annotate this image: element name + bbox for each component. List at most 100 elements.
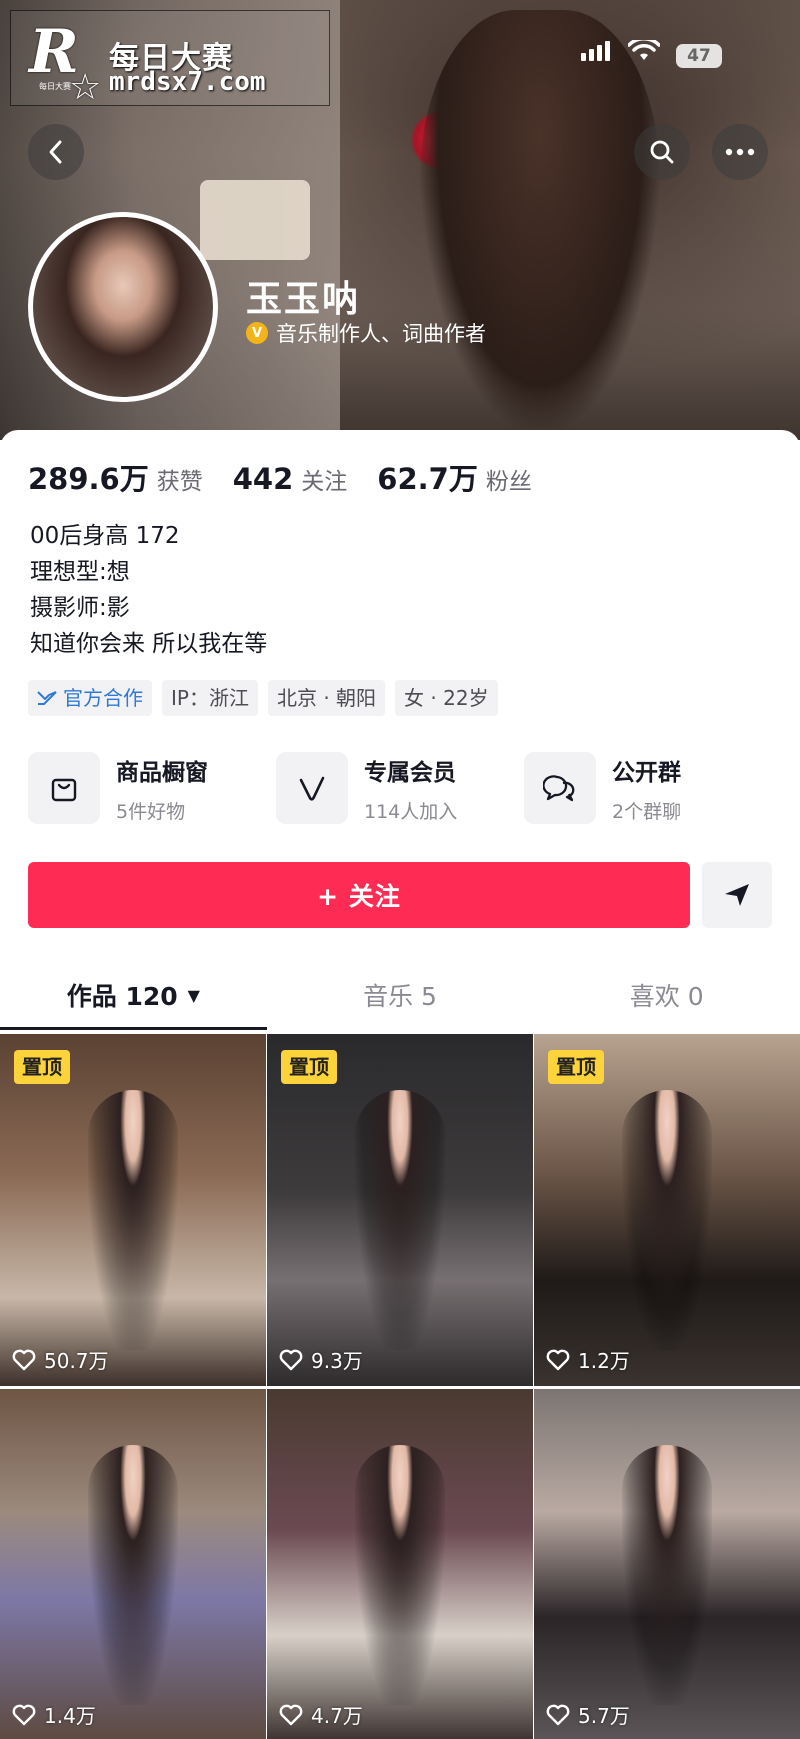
watermark-small-text: 每日大赛	[39, 82, 71, 91]
stat-followers[interactable]: 62.7万 粉丝	[377, 456, 532, 498]
stat-likes[interactable]: 289.6万 获赞	[28, 456, 203, 498]
v-member-icon	[276, 752, 348, 824]
heart-icon	[546, 1704, 570, 1725]
video-thumbnail[interactable]: 置顶 1.2万	[534, 1034, 800, 1386]
tag-gender-age: 女 · 22岁	[395, 680, 498, 716]
bio-line: 知道你会来 所以我在等	[30, 631, 268, 657]
pinned-badge: 置顶	[14, 1050, 70, 1084]
tab-works[interactable]: 作品 120 ▼	[0, 960, 267, 1030]
cover-person	[420, 10, 660, 430]
pinned-badge: 置顶	[281, 1050, 337, 1084]
service-title: 专属会员	[364, 759, 456, 786]
tab-works-label: 作品 120	[66, 982, 178, 1011]
watermark-url: mrdsx7.com	[109, 67, 266, 97]
heart-icon	[546, 1349, 570, 1370]
pinned-badge: 置顶	[548, 1050, 604, 1084]
back-button[interactable]	[28, 124, 84, 180]
video-thumbnail[interactable]: 5.7万	[534, 1389, 800, 1739]
tag-official-label: 官方合作	[63, 686, 143, 710]
stat-following[interactable]: 442 关注	[233, 462, 348, 496]
watermark: R ☆ 每日大赛 每日大赛 mrdsx7.com	[10, 10, 330, 108]
tab-music-label: 音乐 5	[363, 982, 437, 1011]
follow-button[interactable]: + 关注	[28, 862, 690, 928]
video-likes: 1.2万	[546, 1345, 630, 1374]
share-button[interactable]	[702, 862, 772, 928]
handshake-icon	[37, 691, 57, 705]
video-person	[88, 1445, 178, 1706]
bio-line: 摄影师:影	[30, 595, 130, 621]
content-tabs: 作品 120 ▼ 音乐 5 喜欢 0	[0, 960, 800, 1030]
video-likes: 4.7万	[279, 1700, 363, 1729]
more-button[interactable]	[712, 124, 768, 180]
bio-line: 00后身高 172	[30, 523, 180, 549]
profile-tags: 官方合作 IP：浙江 北京 · 朝阳 女 · 22岁	[28, 680, 498, 716]
service-subtitle: 5件好物	[116, 800, 186, 823]
video-likes: 1.4万	[12, 1700, 96, 1729]
video-likes: 5.7万	[546, 1700, 630, 1729]
tab-likes-label: 喜欢 0	[629, 982, 704, 1011]
tag-official-cooperation[interactable]: 官方合作	[28, 680, 152, 716]
profile-stats: 289.6万 获赞 442 关注 62.7万 粉丝	[28, 456, 562, 498]
video-likes-count: 1.2万	[578, 1349, 630, 1373]
stat-followers-value: 62.7万	[377, 462, 478, 496]
cellular-signal-icon	[581, 41, 610, 61]
video-person	[622, 1090, 712, 1351]
video-thumbnail[interactable]: 4.7万	[267, 1389, 533, 1739]
video-person	[355, 1090, 445, 1351]
tab-music[interactable]: 音乐 5	[267, 960, 534, 1030]
heart-icon	[12, 1704, 36, 1725]
service-subtitle: 114人加入	[364, 800, 458, 823]
video-grid: 置顶 50.7万 置顶 9.3万 置顶 1.2万 1.4万 4.7万 5.7万	[0, 1034, 800, 1739]
heart-icon	[279, 1349, 303, 1370]
video-likes-count: 1.4万	[44, 1704, 96, 1728]
wifi-icon	[628, 40, 660, 60]
video-person	[88, 1090, 178, 1351]
tag-location: 北京 · 朝阳	[267, 680, 386, 716]
more-dots-icon	[725, 148, 755, 156]
video-likes: 50.7万	[12, 1345, 109, 1374]
chevron-left-icon	[49, 140, 62, 164]
video-likes-count: 4.7万	[311, 1704, 363, 1728]
tag-ip: IP：浙江	[162, 680, 258, 716]
service-title: 公开群	[612, 759, 681, 786]
verification-row: V 音乐制作人、词曲作者	[246, 318, 486, 348]
video-likes-count: 5.7万	[578, 1704, 630, 1728]
service-subtitle: 2个群聊	[612, 800, 682, 823]
video-thumbnail[interactable]: 1.4万	[0, 1389, 266, 1739]
send-arrow-icon	[725, 884, 749, 906]
stat-likes-value: 289.6万	[28, 462, 149, 496]
profile-nickname: 玉玉呐	[246, 279, 361, 320]
stat-followers-label: 粉丝	[485, 469, 532, 495]
search-button[interactable]	[634, 124, 690, 180]
service-title: 商品橱窗	[116, 759, 208, 786]
video-likes: 9.3万	[279, 1345, 363, 1374]
stat-likes-label: 获赞	[156, 469, 203, 495]
search-icon	[650, 140, 674, 164]
video-person	[355, 1445, 445, 1706]
service-membership[interactable]: 专属会员 114人加入	[276, 752, 524, 824]
verified-badge-icon: V	[246, 322, 268, 344]
video-likes-count: 9.3万	[311, 1349, 363, 1373]
video-thumbnail[interactable]: 置顶 50.7万	[0, 1034, 266, 1386]
service-shop-window[interactable]: 商品橱窗 5件好物	[28, 752, 276, 824]
video-thumbnail[interactable]: 置顶 9.3万	[267, 1034, 533, 1386]
verification-text: 音乐制作人、词曲作者	[276, 322, 486, 346]
profile-bio: 00后身高 172 理想型:想 摄影师:影 知道你会来 所以我在等	[30, 518, 267, 662]
video-person	[622, 1445, 712, 1706]
bio-line: 理想型:想	[30, 559, 130, 585]
status-bar-icons	[581, 40, 660, 62]
stat-following-label: 关注	[301, 469, 348, 495]
stat-following-value: 442	[232, 462, 294, 496]
service-public-group[interactable]: 公开群 2个群聊	[524, 752, 772, 824]
heart-icon	[12, 1349, 36, 1370]
chat-bubbles-icon	[524, 752, 596, 824]
caret-down-icon[interactable]: ▼	[188, 986, 200, 1005]
cover-handbag	[200, 180, 310, 260]
shopping-bag-icon	[28, 752, 100, 824]
heart-icon	[279, 1704, 303, 1725]
avatar[interactable]	[28, 212, 218, 402]
tab-likes[interactable]: 喜欢 0	[533, 960, 800, 1030]
services-row: 商品橱窗 5件好物 专属会员 114人加入 公开群 2个群聊	[28, 752, 772, 824]
video-likes-count: 50.7万	[44, 1349, 109, 1373]
watermark-star-icon: ☆	[69, 67, 102, 108]
